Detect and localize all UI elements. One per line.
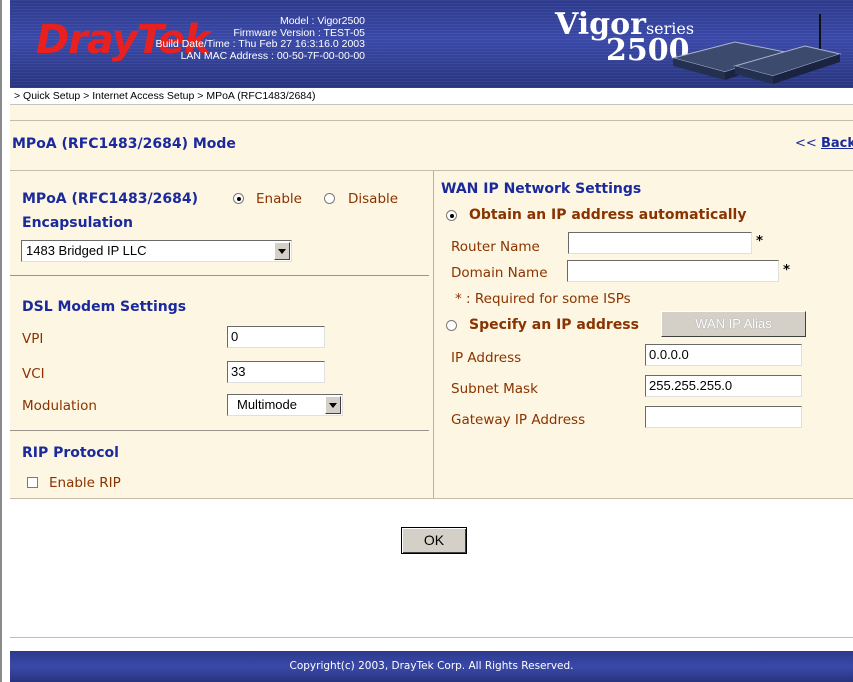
gateway-input[interactable]	[645, 406, 802, 428]
vci-label: VCI	[22, 366, 45, 382]
chevron-down-icon[interactable]	[325, 396, 341, 414]
domain-name-label: Domain Name	[451, 265, 548, 281]
domain-name-input[interactable]	[567, 260, 779, 282]
breadcrumb: > Quick Setup > Internet Access Setup > …	[14, 90, 316, 102]
page-title: MPoA (RFC1483/2684) Mode	[12, 136, 236, 152]
domain-name-required-mark: *	[783, 262, 791, 278]
back-link-label[interactable]: Back	[821, 136, 853, 151]
vci-input[interactable]: 33	[227, 361, 325, 383]
gateway-label: Gateway IP Address	[451, 412, 586, 428]
mpoa-disable-label: Disable	[348, 191, 399, 207]
dsl-settings-title: DSL Modem Settings	[22, 299, 187, 315]
rip-protocol-title: RIP Protocol	[22, 445, 119, 461]
modulation-value: Multimode	[237, 397, 297, 412]
build-line: Build Date/Time : Thu Feb 27 16:3:16.0 2…	[155, 38, 365, 50]
vpi-input[interactable]: 0	[227, 326, 325, 348]
copyright-text: Copyright(c) 2003, DrayTek Corp. All Rig…	[289, 660, 574, 672]
breadcrumb-bar: > Quick Setup > Internet Access Setup > …	[10, 88, 853, 105]
router-name-label: Router Name	[451, 239, 540, 255]
router-name-required-mark: *	[756, 233, 764, 249]
enable-rip-label: Enable RIP	[49, 475, 121, 491]
mac-line: LAN MAC Address : 00-50-7F-00-00-00	[180, 49, 365, 62]
device-info: Model : Vigor2500 Firmware Version : TES…	[155, 15, 365, 62]
ip-address-input[interactable]: 0.0.0.0	[645, 344, 802, 366]
wan-ip-alias-button[interactable]: WAN IP Alias	[661, 311, 806, 337]
encapsulation-value: 1483 Bridged IP LLC	[26, 243, 147, 258]
footer: Copyright(c) 2003, DrayTek Corp. All Rig…	[10, 651, 853, 682]
wan-settings-title: WAN IP Network Settings	[441, 181, 642, 197]
mpoa-enable-radio[interactable]	[233, 193, 244, 204]
back-link[interactable]: << Back	[795, 136, 853, 151]
column-divider	[433, 171, 434, 498]
mpoa-enable-label: Enable	[256, 191, 302, 207]
specify-ip-label: Specify an IP address	[469, 317, 639, 333]
window-left-border	[0, 0, 2, 682]
modulation-label: Modulation	[22, 398, 97, 414]
required-note: * : Required for some ISPs	[455, 291, 631, 307]
vpi-label: VPI	[22, 331, 44, 347]
model-line: Model : Vigor2500	[279, 15, 365, 27]
mpoa-disable-radio[interactable]	[324, 193, 335, 204]
encapsulation-title: Encapsulation	[22, 215, 133, 231]
mpoa-label: MPoA (RFC1483/2684)	[22, 191, 198, 207]
ok-button[interactable]: OK	[401, 527, 467, 554]
header-banner: DrayTek Model : Vigor2500 Firmware Versi…	[10, 0, 853, 88]
specify-ip-radio[interactable]	[446, 320, 457, 331]
chevron-down-icon[interactable]	[274, 242, 290, 260]
subnet-mask-label: Subnet Mask	[451, 381, 538, 397]
subnet-mask-input[interactable]: 255.255.255.0	[645, 375, 802, 397]
ip-address-label: IP Address	[451, 350, 522, 366]
modulation-select[interactable]: Multimode	[227, 394, 343, 416]
obtain-auto-radio[interactable]	[446, 210, 457, 221]
encapsulation-select[interactable]: 1483 Bridged IP LLC	[21, 240, 292, 262]
router-image	[671, 14, 842, 84]
router-name-input[interactable]	[568, 232, 752, 254]
back-arrows: <<	[795, 136, 817, 151]
obtain-auto-label: Obtain an IP address automatically	[469, 207, 747, 223]
enable-rip-checkbox[interactable]	[27, 477, 38, 488]
